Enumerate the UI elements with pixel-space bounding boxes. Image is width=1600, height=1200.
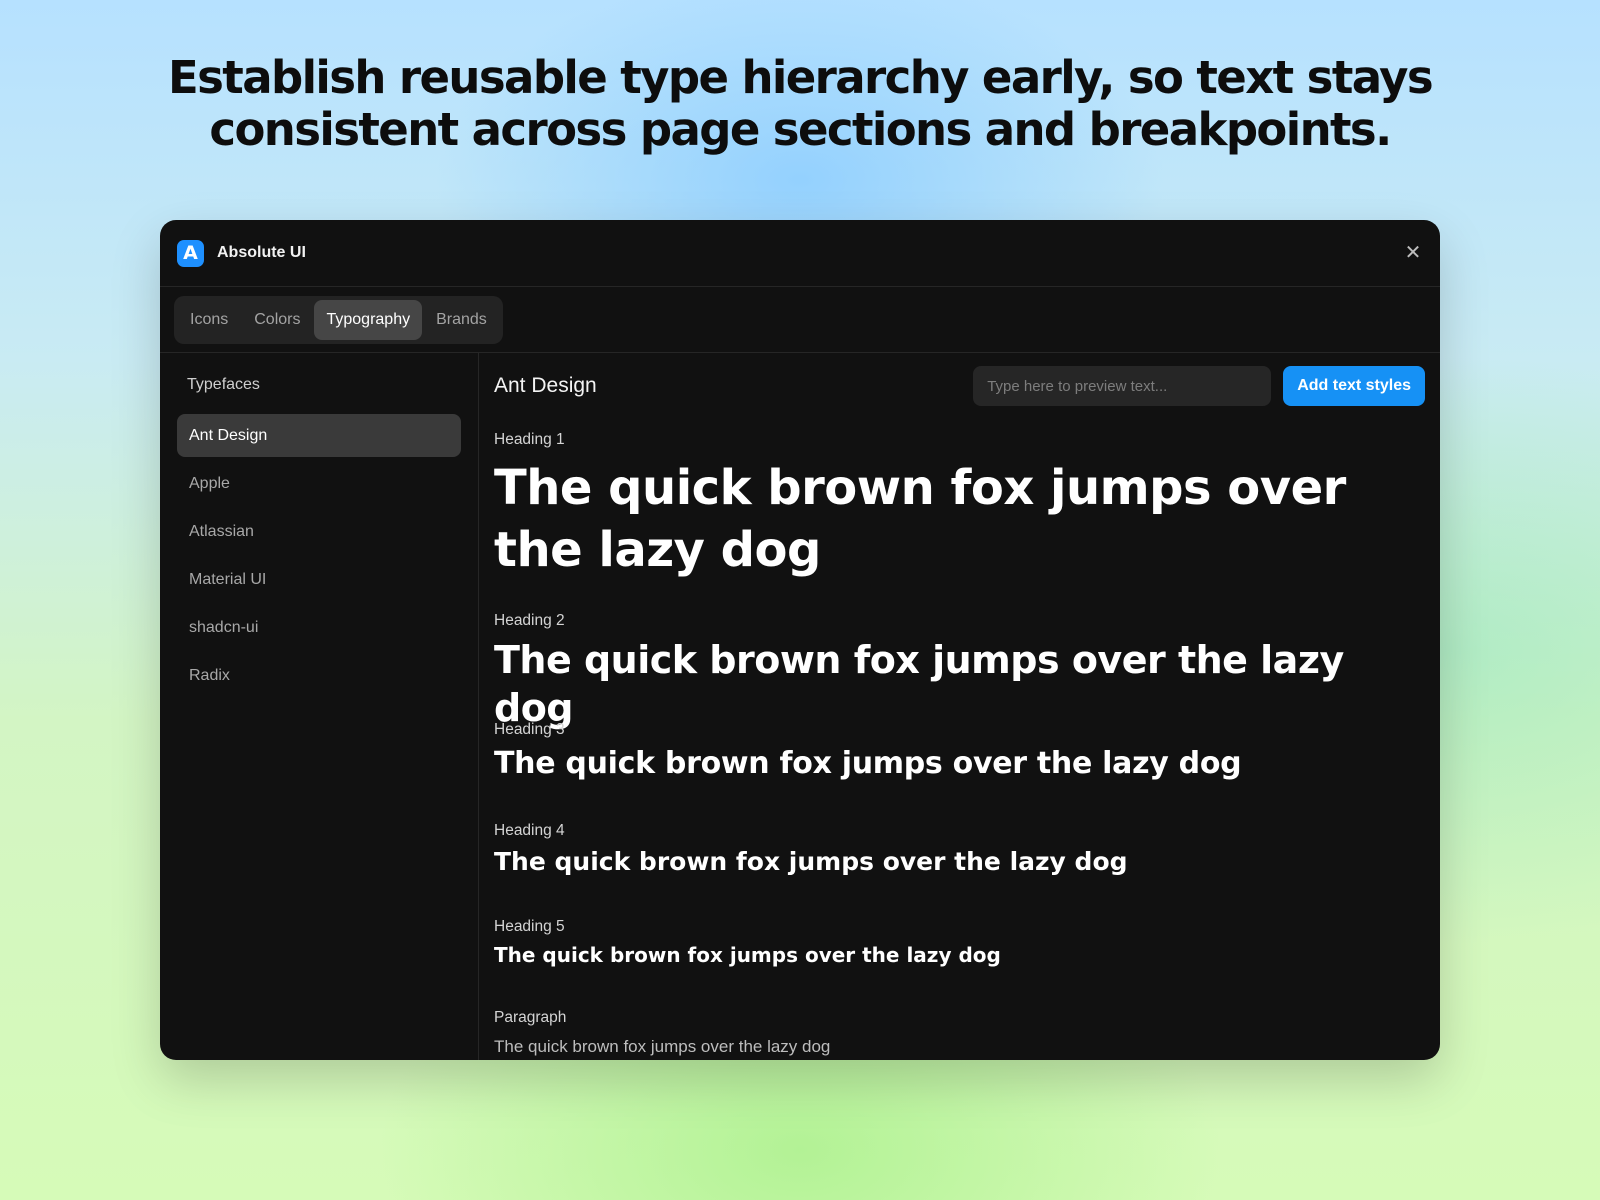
content-area: Typefaces Ant Design Apple Atlassian Mat… [160,353,1440,1060]
sidebar-item-shadcn-ui[interactable]: shadcn-ui [177,606,461,649]
headline-line-1: Establish reusable type hierarchy early,… [167,51,1434,104]
tab-typography[interactable]: Typography [314,299,423,340]
style-label: Heading 2 [494,612,565,629]
style-label: Heading 4 [494,822,565,839]
app-logo-icon: A [177,239,204,267]
app-title: Absolute UI [217,244,306,261]
preview-text-input[interactable] [973,366,1272,406]
typeface-list: Ant Design Apple Atlassian Material UI s… [177,414,461,697]
style-label: Paragraph [494,1009,567,1026]
page-headline: Establish reusable type hierarchy early,… [0,52,1600,156]
style-paragraph: Paragraph The quick brown fox jumps over… [494,1009,1400,1059]
style-label: Heading 1 [494,431,565,448]
sidebar-item-atlassian[interactable]: Atlassian [177,510,461,553]
panel-title: Ant Design [494,374,597,397]
add-text-styles-button[interactable]: Add text styles [1283,366,1425,406]
tab-colors[interactable]: Colors [242,300,312,340]
style-sample: The quick brown fox jumps over the lazy … [494,847,1128,876]
style-sample: The quick brown fox jumps over the lazy … [494,460,1346,578]
style-sample: The quick brown fox jumps over the lazy … [494,746,1242,781]
style-heading-5: Heading 5 The quick brown fox jumps over… [494,918,1400,969]
style-heading-3: Heading 3 The quick brown fox jumps over… [494,721,1400,784]
sidebar-item-ant-design[interactable]: Ant Design [177,414,461,457]
title-bar: A Absolute UI ✕ [160,220,1440,287]
tab-icons[interactable]: Icons [178,300,240,340]
tab-group: Icons Colors Typography Brands [174,295,503,344]
style-heading-2: Heading 2 The quick brown fox jumps over… [494,612,1400,732]
typography-preview-panel: Ant Design Add text styles Heading 1 The… [479,353,1440,1060]
tab-bar: Icons Colors Typography Brands [160,287,1440,353]
panel-header: Ant Design Add text styles [494,353,1425,419]
app-window: A Absolute UI ✕ Icons Colors Typography … [160,220,1440,1060]
style-label: Heading 5 [494,918,565,935]
style-sample: The quick brown fox jumps over the lazy … [494,943,1001,967]
close-icon[interactable]: ✕ [1402,242,1424,264]
typeface-sidebar: Typefaces Ant Design Apple Atlassian Mat… [160,353,479,1060]
style-sample: The quick brown fox jumps over the lazy … [494,638,1344,730]
sidebar-item-radix[interactable]: Radix [177,654,461,697]
style-heading-1: Heading 1 The quick brown fox jumps over… [494,431,1400,581]
style-label: Heading 3 [494,721,565,738]
style-sample: The quick brown fox jumps over the lazy … [494,1037,831,1056]
sidebar-item-material-ui[interactable]: Material UI [177,558,461,601]
sidebar-heading: Typefaces [187,376,260,393]
style-heading-4: Heading 4 The quick brown fox jumps over… [494,822,1400,879]
headline-line-2: consistent across page sections and brea… [209,103,1392,156]
sidebar-item-apple[interactable]: Apple [177,462,461,505]
tab-brands[interactable]: Brands [424,300,499,340]
